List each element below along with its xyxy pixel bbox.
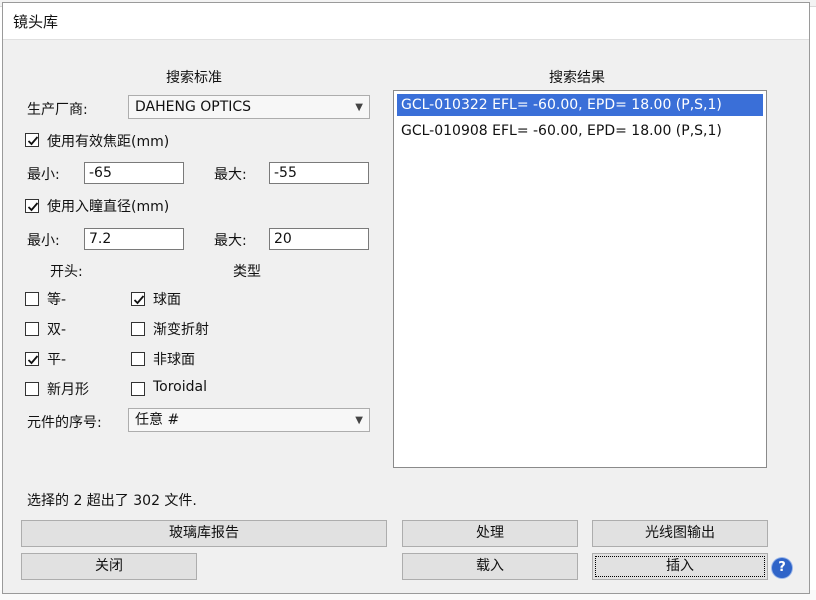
epd-min-input[interactable]: 7.2 <box>84 228 184 250</box>
window-title: 镜头库 <box>13 13 59 31</box>
help-icon[interactable]: ? <box>772 558 792 578</box>
close-button[interactable]: 关闭 <box>21 553 197 580</box>
manufacturer-label: 生产厂商: <box>27 102 88 118</box>
epd-min-label: 最小: <box>27 233 60 249</box>
type-heading: 类型 <box>233 264 261 280</box>
element-index-value: 任意 # <box>135 412 180 428</box>
element-index-dropdown[interactable]: 任意 # ▼ <box>128 408 370 432</box>
search-criteria-heading: 搜索标准 <box>166 70 222 86</box>
epd-max-input[interactable]: 20 <box>269 228 369 250</box>
element-index-label: 元件的序号: <box>27 415 102 431</box>
type-option-checkbox-1[interactable] <box>131 322 145 336</box>
efl-max-label: 最大: <box>214 167 247 183</box>
type-option-label-3: Toroidal <box>153 379 207 395</box>
epd-max-label: 最大: <box>214 233 247 249</box>
start-heading: 开头: <box>50 264 83 280</box>
start-option-label-1: 双- <box>47 322 67 338</box>
check-icon <box>27 202 39 212</box>
use-efl-checkbox[interactable] <box>25 133 39 147</box>
manufacturer-dropdown[interactable]: DAHENG OPTICS ▼ <box>128 95 370 119</box>
type-option-checkbox-2[interactable] <box>131 352 145 366</box>
title-bar: 镜头库 <box>3 3 809 40</box>
start-option-label-0: 等- <box>47 292 67 308</box>
efl-max-input[interactable]: -55 <box>269 162 369 184</box>
type-option-label-0: 球面 <box>153 292 181 308</box>
search-results-list[interactable]: GCL-010322 EFL= -60.00, EPD= 18.00 (P,S,… <box>393 90 767 468</box>
check-icon <box>27 355 39 365</box>
efl-min-label: 最小: <box>27 167 60 183</box>
start-option-checkbox-0[interactable] <box>25 292 39 306</box>
result-item[interactable]: GCL-010908 EFL= -60.00, EPD= 18.00 (P,S,… <box>397 120 726 142</box>
check-icon <box>133 295 145 305</box>
status-text: 选择的 2 超出了 302 文件. <box>27 493 197 509</box>
efl-min-input[interactable]: -65 <box>84 162 184 184</box>
ray-export-button[interactable]: 光线图输出 <box>592 520 768 547</box>
use-epd-label: 使用入瞳直径(mm) <box>47 199 170 215</box>
result-item[interactable]: GCL-010322 EFL= -60.00, EPD= 18.00 (P,S,… <box>397 94 763 116</box>
lens-library-dialog: 镜头库 搜索标准 生产厂商: DAHENG OPTICS ▼ 使用有效焦距(mm… <box>2 2 810 594</box>
chevron-down-icon: ▼ <box>355 415 363 426</box>
chevron-down-icon: ▼ <box>355 102 363 113</box>
start-option-checkbox-1[interactable] <box>25 322 39 336</box>
search-results-heading: 搜索结果 <box>549 70 605 86</box>
use-efl-label: 使用有效焦距(mm) <box>47 134 170 150</box>
start-option-label-2: 平- <box>47 352 67 368</box>
type-option-checkbox-3[interactable] <box>131 382 145 396</box>
load-button[interactable]: 载入 <box>402 553 578 580</box>
type-option-label-1: 渐变折射 <box>153 322 209 338</box>
process-button[interactable]: 处理 <box>402 520 578 547</box>
glass-report-button[interactable]: 玻璃库报告 <box>21 520 387 547</box>
type-option-label-2: 非球面 <box>153 352 195 368</box>
use-epd-checkbox[interactable] <box>25 199 39 213</box>
start-option-label-3: 新月形 <box>47 382 89 398</box>
start-option-checkbox-3[interactable] <box>25 382 39 396</box>
start-option-checkbox-2[interactable] <box>25 352 39 366</box>
manufacturer-value: DAHENG OPTICS <box>135 99 252 115</box>
check-icon <box>27 136 39 146</box>
type-option-checkbox-0[interactable] <box>131 292 145 306</box>
insert-button[interactable]: 插入 <box>592 553 768 580</box>
